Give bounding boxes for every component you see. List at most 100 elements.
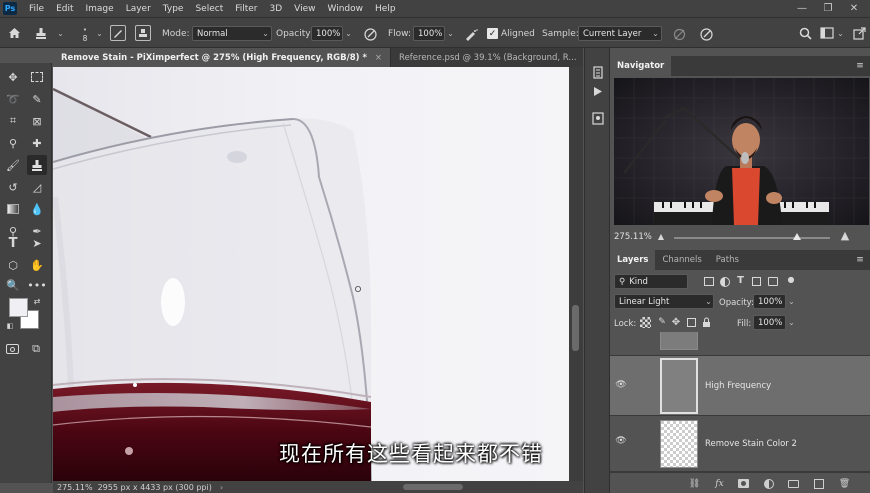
foreground-color-swatch-front[interactable] <box>9 298 28 317</box>
zoom-in-mountain-icon[interactable]: ▲ <box>838 229 852 242</box>
layer-opacity-field[interactable]: 100% <box>753 294 786 309</box>
tab-paths[interactable]: Paths <box>709 250 746 270</box>
share-icon[interactable] <box>851 25 867 41</box>
adjustment-layer-icon[interactable] <box>762 477 775 490</box>
layer-opacity-chevron-icon[interactable]: ⌄ <box>786 294 797 309</box>
eraser-tool-icon[interactable]: ◿ <box>27 177 47 197</box>
status-arrow-icon[interactable]: › <box>220 483 223 492</box>
default-colors-icon[interactable]: ◧ <box>5 321 15 331</box>
brush-preset-picker[interactable]: • 8 <box>76 24 94 44</box>
tab-layers[interactable]: Layers <box>610 250 656 270</box>
menu-file[interactable]: File <box>23 4 50 14</box>
opacity-chevron-icon[interactable]: ⌄ <box>343 26 354 41</box>
lock-position-icon[interactable]: ✥ <box>670 316 682 328</box>
layer-row[interactable] <box>610 332 870 356</box>
filter-adjustment-icon[interactable] <box>718 275 731 288</box>
navigator-zoom-value[interactable]: 275.11% <box>614 232 652 242</box>
blend-mode-select[interactable]: Linear Light <box>614 294 714 309</box>
type-tool-icon[interactable]: T <box>3 233 23 253</box>
status-zoom[interactable]: 275.11% <box>57 483 93 492</box>
lock-all-icon[interactable] <box>700 316 712 328</box>
crop-tool-icon[interactable]: ⌗ <box>3 111 23 131</box>
swap-colors-icon[interactable]: ⇄ <box>31 295 43 307</box>
vertical-scrollbar[interactable] <box>569 67 583 481</box>
lock-transparent-icon[interactable] <box>640 317 651 328</box>
link-layers-icon[interactable]: ⛓ <box>688 477 701 490</box>
navigator-menu-icon[interactable]: ≡ <box>854 59 866 73</box>
menu-edit[interactable]: Edit <box>50 4 79 14</box>
healing-brush-tool-icon[interactable]: ✚ <box>27 133 47 153</box>
zoom-out-mountain-icon[interactable]: ▲ <box>656 231 666 241</box>
quick-selection-tool-icon[interactable]: ✎ <box>27 89 47 109</box>
lasso-tool-icon[interactable]: ➰ <box>3 89 23 109</box>
scrollbar-thumb[interactable] <box>572 305 579 351</box>
workspace-icon[interactable] <box>819 25 835 41</box>
menu-3d[interactable]: 3D <box>264 4 289 14</box>
mode-chevron-icon[interactable]: ⌄ <box>260 26 271 41</box>
filter-pixel-icon[interactable] <box>702 275 715 288</box>
pressure-opacity-icon[interactable] <box>362 26 378 42</box>
menu-layer[interactable]: Layer <box>120 4 157 14</box>
actions-panel-icon[interactable] <box>590 83 606 99</box>
filter-smart-object-icon[interactable] <box>766 275 779 288</box>
brush-chevron-icon[interactable]: ⌄ <box>94 26 105 41</box>
document-canvas[interactable] <box>53 67 569 481</box>
new-group-icon[interactable] <box>787 477 800 490</box>
horizontal-scrollbar-thumb[interactable] <box>403 484 463 490</box>
ignore-adjustment-layers-icon[interactable] <box>671 26 687 42</box>
gradient-tool-icon[interactable] <box>3 199 23 219</box>
sample-chevron-icon[interactable]: ⌄ <box>650 26 661 41</box>
lock-image-icon[interactable]: ✎ <box>656 316 668 328</box>
history-panel-icon[interactable] <box>590 64 606 80</box>
marquee-tool-icon[interactable] <box>27 67 47 87</box>
history-brush-tool-icon[interactable]: ↺ <box>3 177 23 197</box>
menu-window[interactable]: Window <box>322 4 370 14</box>
tool-preset-chevron-icon[interactable]: ⌄ <box>55 26 66 41</box>
layer-row-remove-stain-color-2[interactable]: 👁 Remove Stain Color 2 <box>610 416 870 472</box>
properties-panel-icon[interactable] <box>590 110 606 126</box>
restore-icon[interactable]: ❐ <box>816 0 840 17</box>
minimize-icon[interactable]: — <box>790 0 814 17</box>
navigator-preview[interactable] <box>614 78 869 225</box>
lock-artboard-icon[interactable] <box>685 316 697 328</box>
menu-filter[interactable]: Filter <box>229 4 263 14</box>
pressure-size-icon[interactable] <box>698 26 714 42</box>
menu-help[interactable]: Help <box>369 4 402 14</box>
airbrush-icon[interactable] <box>463 26 479 42</box>
fx-icon[interactable]: fx <box>713 477 726 490</box>
navigator-zoom-handle[interactable] <box>793 233 802 240</box>
search-icon[interactable] <box>797 25 813 41</box>
filter-type-icon[interactable]: T <box>734 274 747 287</box>
fill-chevron-icon[interactable]: ⌄ <box>786 315 797 330</box>
blur-tool-icon[interactable]: 💧 <box>27 199 47 219</box>
menu-image[interactable]: Image <box>80 4 120 14</box>
navigator-zoom-slider[interactable] <box>674 233 830 240</box>
filter-shape-icon[interactable] <box>750 275 763 288</box>
workspace-chevron-icon[interactable]: ⌄ <box>835 26 846 41</box>
close-window-icon[interactable]: ✕ <box>842 0 866 17</box>
delete-layer-icon[interactable]: 🗑 <box>838 477 851 490</box>
shape-tool-icon[interactable]: ⬡ <box>3 255 23 275</box>
new-layer-icon[interactable] <box>812 477 825 490</box>
brush-tool-icon[interactable]: 🖌 <box>3 155 23 175</box>
clone-stamp-icon[interactable] <box>33 25 49 41</box>
brush-settings-icon[interactable] <box>110 25 126 41</box>
blend-mode-chevron-icon[interactable]: ⌄ <box>703 294 714 309</box>
more-tools-icon[interactable]: ••• <box>27 275 47 295</box>
layer-filter-select[interactable]: ⚲ Kind <box>614 274 688 289</box>
screen-mode-icon[interactable]: ⧉ <box>26 339 46 359</box>
flow-field[interactable]: 100% <box>413 26 445 41</box>
menu-type[interactable]: Type <box>157 4 190 14</box>
eye-visibility-icon[interactable]: 👁 <box>614 436 628 446</box>
tab-remove-stain[interactable]: Remove Stain - PiXimperfect @ 275% (High… <box>53 48 392 67</box>
zoom-tool-icon[interactable]: 🔍 <box>3 275 23 295</box>
tab-navigator[interactable]: Navigator <box>610 56 672 76</box>
add-mask-icon[interactable] <box>737 477 750 490</box>
layer-row-high-frequency[interactable]: 👁 High Frequency <box>610 356 870 416</box>
layers-menu-icon[interactable]: ≡ <box>854 253 866 267</box>
move-tool-icon[interactable]: ✥ <box>3 67 23 87</box>
menu-select[interactable]: Select <box>189 4 229 14</box>
path-selection-tool-icon[interactable]: ➤ <box>27 233 47 253</box>
hand-tool-icon[interactable]: ✋ <box>27 255 47 275</box>
aligned-checkbox[interactable]: ✓ <box>487 28 498 39</box>
